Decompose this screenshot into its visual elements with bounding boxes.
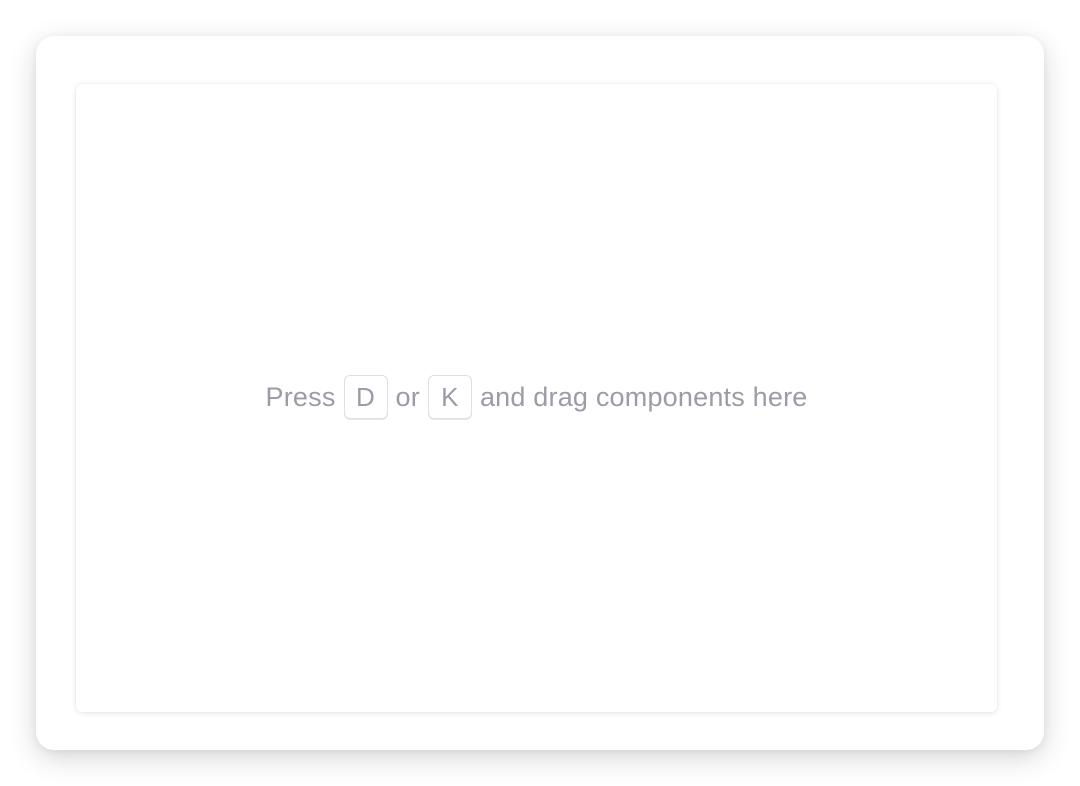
keycap-d: D xyxy=(343,375,388,419)
empty-canvas-hint: Press D or K and drag components here xyxy=(266,375,808,419)
drop-canvas[interactable]: Press D or K and drag components here xyxy=(76,84,997,712)
builder-frame: Press D or K and drag components here xyxy=(36,36,1044,750)
hint-prefix: Press xyxy=(265,381,336,412)
hint-joiner: or xyxy=(395,381,420,412)
app-window: Press D or K and drag components here xyxy=(0,0,1080,786)
keycap-k: K xyxy=(427,375,472,419)
hint-suffix: and drag components here xyxy=(479,381,808,412)
